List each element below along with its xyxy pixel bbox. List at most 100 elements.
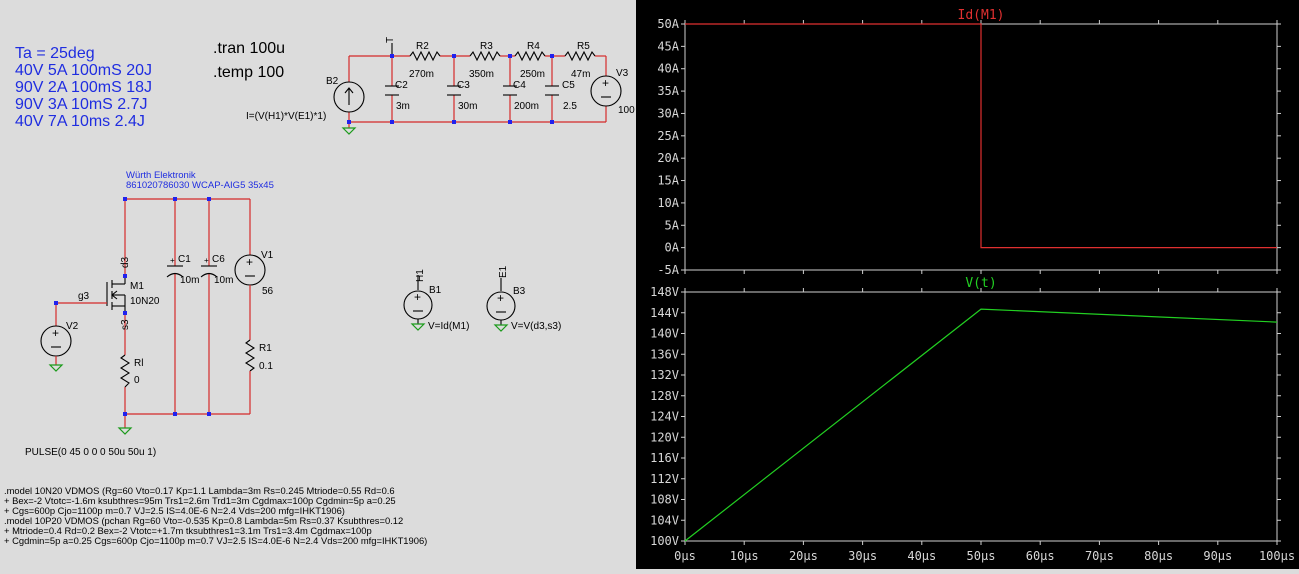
net-label-s3: s3 bbox=[120, 319, 131, 330]
c6-name: C6 bbox=[212, 254, 225, 265]
r5-name: R5 bbox=[577, 41, 590, 52]
r4-value: 250m bbox=[520, 69, 545, 80]
m1-model: 10N20 bbox=[130, 296, 160, 307]
r3-name: R3 bbox=[480, 41, 493, 52]
x-tick-label: 40µs bbox=[907, 549, 936, 563]
svg-text:+: + bbox=[497, 291, 504, 305]
r5-value: 47m bbox=[571, 69, 590, 80]
y-tick-label: 108V bbox=[650, 493, 679, 507]
svg-text:+: + bbox=[414, 290, 421, 304]
r1-value: 0.1 bbox=[259, 361, 273, 372]
model-line-6[interactable]: + Cgdmin=5p a=0.25 Cgs=600p Cjo=1100p m=… bbox=[4, 535, 427, 546]
y-tick-label: 20A bbox=[657, 151, 679, 165]
plot-title[interactable]: Id(M1) bbox=[958, 8, 1005, 23]
y-tick-label: -5A bbox=[657, 263, 679, 277]
r4-name: R4 bbox=[527, 41, 540, 52]
note-line-3: 90V 3A 10mS 2.7J bbox=[15, 96, 148, 113]
y-tick-label: 124V bbox=[650, 410, 679, 424]
r2-name: R2 bbox=[416, 41, 429, 52]
y-tick-label: 35A bbox=[657, 84, 679, 98]
y-tick-label: 116V bbox=[650, 451, 679, 465]
c1-name: C1 bbox=[178, 254, 191, 265]
net-label-d3: d3 bbox=[120, 256, 131, 268]
x-tick-label: 30µs bbox=[848, 549, 877, 563]
temp-directive[interactable]: .temp 100 bbox=[213, 64, 284, 81]
c3-name: C3 bbox=[457, 80, 470, 91]
waveform-viewer[interactable]: -5A 0A 5A 10A 15A 20A 25A 30A 35A 40A 45A 50A Id(M1)… bbox=[636, 0, 1299, 569]
tran-directive[interactable]: .tran 100u bbox=[213, 40, 285, 57]
c5-value: 2.5 bbox=[563, 101, 577, 112]
trace-line bbox=[685, 23, 1277, 249]
y-tick-label: 144V bbox=[650, 306, 679, 320]
r1-name: R1 bbox=[259, 343, 272, 354]
y-tick-label: 40A bbox=[657, 62, 679, 76]
v2-name: V2 bbox=[66, 321, 79, 332]
v1-name: V1 bbox=[261, 250, 274, 261]
note-line-1: 40V 5A 100mS 20J bbox=[15, 62, 152, 79]
svg-text:+: + bbox=[52, 326, 59, 340]
y-tick-label: 140V bbox=[650, 327, 679, 341]
plot-pane-vt[interactable]: 100V 104V 108V 112V 116V 120V 124V 128V 132V 136V… bbox=[650, 276, 1295, 563]
c2-name: C2 bbox=[395, 80, 408, 91]
y-tick-label: 5A bbox=[665, 218, 680, 232]
m1-name: M1 bbox=[130, 281, 144, 292]
x-tick-label: 20µs bbox=[789, 549, 818, 563]
schematic-canvas[interactable]: Ta = 25deg 40V 5A 100mS 20J 90V 2A 100mS… bbox=[0, 0, 636, 569]
plot-pane-id[interactable]: -5A 0A 5A 10A 15A 20A 25A 30A 35A 40A 45A 50A Id(M1) bbox=[657, 8, 1281, 277]
note-line-2: 90V 2A 100mS 18J bbox=[15, 79, 152, 96]
c2-value: 3m bbox=[396, 101, 410, 112]
b3-expression[interactable]: V=V(d3,s3) bbox=[511, 321, 561, 332]
y-tick-label: 132V bbox=[650, 368, 679, 382]
svg-text:+: + bbox=[170, 256, 175, 265]
y-tick-label: 15A bbox=[657, 174, 679, 188]
svg-text:+: + bbox=[602, 76, 609, 90]
net-label-g3: g3 bbox=[78, 291, 90, 302]
y-tick-label: 120V bbox=[650, 430, 679, 444]
trace-line bbox=[684, 308, 1278, 542]
plot-frame bbox=[684, 291, 1278, 542]
schematic-editor[interactable]: Ta = 25deg 40V 5A 100mS 20J 90V 2A 100mS… bbox=[0, 0, 636, 569]
b2-name: B2 bbox=[326, 76, 339, 87]
svg-text:+: + bbox=[246, 255, 253, 269]
node-label-t: T bbox=[385, 37, 396, 43]
rl-value: 0 bbox=[134, 375, 140, 386]
y-tick-label: 30A bbox=[657, 106, 679, 120]
power-stage: + + bbox=[40, 197, 266, 435]
net-label-h1: H1 bbox=[415, 269, 426, 282]
y-tick-label: 0A bbox=[665, 241, 680, 255]
b3-name: B3 bbox=[513, 286, 526, 297]
c6-value: 10m bbox=[214, 275, 233, 286]
x-tick-label: 80µs bbox=[1144, 549, 1173, 563]
y-tick-label: 10A bbox=[657, 196, 679, 210]
c4-value: 200m bbox=[514, 101, 539, 112]
note-line-4: 40V 7A 10ms 2.4J bbox=[15, 113, 145, 130]
b2-expression[interactable]: I=(V(H1)*V(E1)*1) bbox=[246, 111, 326, 122]
r3-value: 350m bbox=[469, 69, 494, 80]
net-label-e1: E1 bbox=[498, 265, 509, 278]
x-tick-label: 100µs bbox=[1259, 549, 1295, 563]
y-tick-label: 45A bbox=[657, 39, 679, 53]
svg-text:+: + bbox=[204, 256, 209, 265]
y-tick-label: 50A bbox=[657, 17, 679, 31]
y-tick-label: 136V bbox=[650, 347, 679, 361]
c4-name: C4 bbox=[513, 80, 526, 91]
x-tick-label: 50µs bbox=[967, 549, 996, 563]
y-tick-label: 148V bbox=[650, 285, 679, 299]
c1-value: 10m bbox=[180, 275, 199, 286]
y-tick-label: 25A bbox=[657, 129, 679, 143]
thermal-network: + bbox=[333, 43, 622, 135]
v2-pulse-spec[interactable]: PULSE(0 45 0 0 0 50u 50u 1) bbox=[25, 447, 156, 458]
y-tick-label: 128V bbox=[650, 389, 679, 403]
rl-name: Rl bbox=[134, 358, 143, 369]
x-tick-label: 90µs bbox=[1203, 549, 1232, 563]
cap-part-number: 861020786030 WCAP-AIG5 35x45 bbox=[126, 180, 274, 191]
plot-title[interactable]: V(t) bbox=[965, 276, 996, 291]
note-ambient-temp: Ta = 25deg bbox=[15, 45, 95, 62]
v3-name: V3 bbox=[616, 68, 629, 79]
y-tick-label: 104V bbox=[650, 513, 679, 527]
y-tick-label: 100V bbox=[650, 534, 679, 548]
waveform-canvas[interactable]: -5A 0A 5A 10A 15A 20A 25A 30A 35A 40A 45A 50A Id(M1)… bbox=[636, 0, 1299, 569]
b1-expression[interactable]: V=Id(M1) bbox=[428, 321, 469, 332]
x-tick-label: 10µs bbox=[730, 549, 759, 563]
c3-value: 30m bbox=[458, 101, 477, 112]
